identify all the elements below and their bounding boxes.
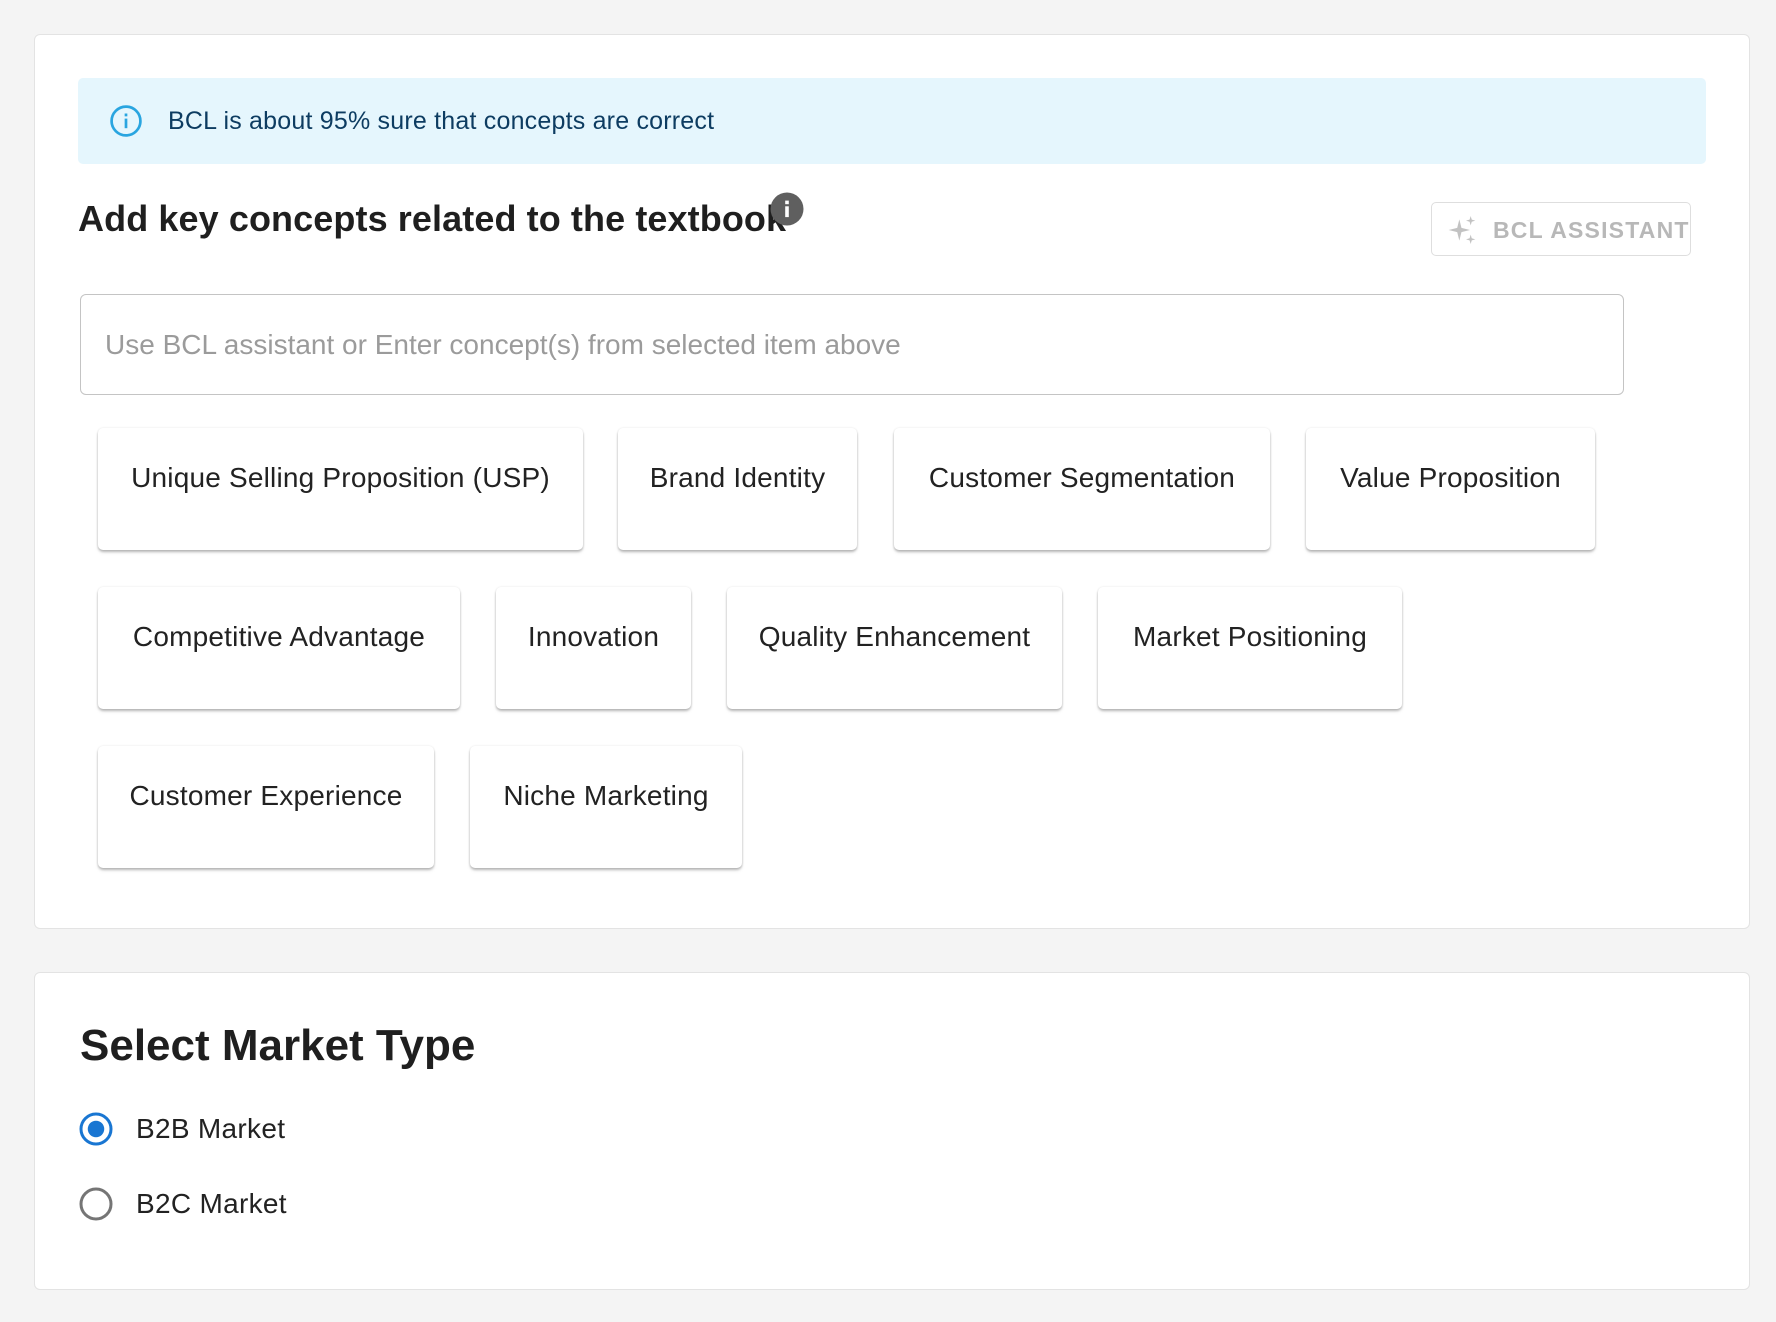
concept-chip[interactable]: Market Positioning xyxy=(1098,587,1402,709)
sparkle-icon xyxy=(1448,216,1476,244)
info-filled-icon[interactable] xyxy=(769,191,805,227)
concepts-heading: Add key concepts related to the textbook xyxy=(78,198,787,239)
concept-chip[interactable]: Value Proposition xyxy=(1306,428,1595,550)
concept-chip[interactable]: Quality Enhancement xyxy=(727,587,1062,709)
concept-chip[interactable]: Innovation xyxy=(496,587,691,709)
alert-text: BCL is about 95% sure that concepts are … xyxy=(168,107,715,135)
market-type-card: Select Market Type B2B Market B2C Market xyxy=(34,972,1750,1290)
concepts-card: BCL is about 95% sure that concepts are … xyxy=(34,34,1750,929)
radio-b2b-market[interactable]: B2B Market xyxy=(78,1104,285,1154)
concept-chip[interactable]: Niche Marketing xyxy=(470,746,742,868)
concept-chip[interactable]: Customer Segmentation xyxy=(894,428,1270,550)
concept-chip[interactable]: Unique Selling Proposition (USP) xyxy=(98,428,583,550)
radio-b2c-market[interactable]: B2C Market xyxy=(78,1179,287,1229)
radio-label: B2B Market xyxy=(136,1113,286,1144)
confidence-alert: BCL is about 95% sure that concepts are … xyxy=(78,78,1706,164)
radio-label: B2C Market xyxy=(136,1188,287,1219)
market-type-heading: Select Market Type xyxy=(80,1021,476,1070)
info-outline-icon xyxy=(110,105,142,137)
bcl-assistant-button[interactable]: BCL ASSISTANT xyxy=(1431,202,1691,256)
concept-chip[interactable]: Brand Identity xyxy=(618,428,857,550)
concept-input[interactable] xyxy=(80,294,1624,395)
concept-chip[interactable]: Competitive Advantage xyxy=(98,587,460,709)
bcl-assistant-label: BCL ASSISTANT xyxy=(1493,217,1690,243)
radio-unchecked-icon[interactable] xyxy=(78,1186,114,1222)
concept-chip[interactable]: Customer Experience xyxy=(98,746,434,868)
radio-checked-icon[interactable] xyxy=(78,1111,114,1147)
